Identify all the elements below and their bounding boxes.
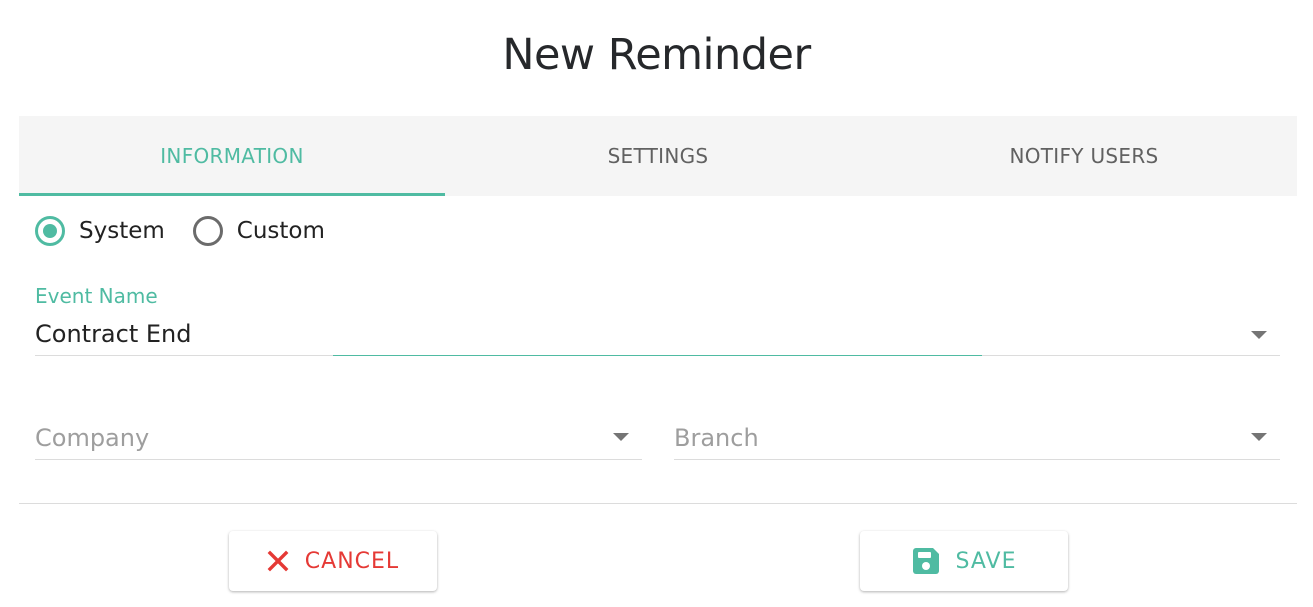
company-select[interactable]: Company <box>35 418 642 460</box>
radio-system-label: System <box>79 218 165 244</box>
radio-custom[interactable]: Custom <box>192 216 325 246</box>
event-name-value: Contract End <box>35 320 192 348</box>
event-name-label: Event Name <box>35 284 158 308</box>
tab-information-label: INFORMATION <box>160 144 304 168</box>
radio-system-button[interactable] <box>35 216 65 246</box>
cancel-button-label: CANCEL <box>304 548 400 574</box>
tab-notify-users-label: NOTIFY USERS <box>1009 144 1159 168</box>
branch-select[interactable]: Branch <box>674 418 1280 460</box>
branch-underline <box>674 459 1280 460</box>
tab-settings-label: SETTINGS <box>607 144 709 168</box>
dialog-title: New Reminder <box>502 30 811 80</box>
save-button[interactable]: SAVE <box>860 531 1068 591</box>
cancel-button[interactable]: CANCEL <box>229 531 437 591</box>
tab-settings[interactable]: SETTINGS <box>445 116 871 196</box>
company-placeholder: Company <box>35 424 150 452</box>
tab-notify-users[interactable]: NOTIFY USERS <box>871 116 1297 196</box>
branch-placeholder: Branch <box>674 424 759 452</box>
tab-bar: INFORMATION SETTINGS NOTIFY USERS <box>19 116 1297 196</box>
save-icon <box>912 547 940 575</box>
event-name-dropdown-icon[interactable] <box>1251 331 1267 339</box>
new-reminder-dialog: New Reminder INFORMATION SETTINGS NOTIFY… <box>0 0 1313 607</box>
radio-custom-label: Custom <box>236 218 325 244</box>
actions-divider <box>19 503 1297 504</box>
event-name-select[interactable]: Contract End <box>35 314 1280 356</box>
branch-dropdown-icon[interactable] <box>1251 433 1267 441</box>
tab-information[interactable]: INFORMATION <box>19 116 445 196</box>
close-icon <box>267 550 289 572</box>
company-underline <box>35 459 642 460</box>
event-name-focus-line <box>333 355 982 356</box>
reminder-type-radio-group: System Custom <box>35 216 353 246</box>
company-dropdown-icon[interactable] <box>613 433 629 441</box>
radio-custom-button[interactable] <box>192 216 223 246</box>
save-button-label: SAVE <box>955 548 1017 574</box>
radio-system[interactable]: System <box>35 216 165 246</box>
